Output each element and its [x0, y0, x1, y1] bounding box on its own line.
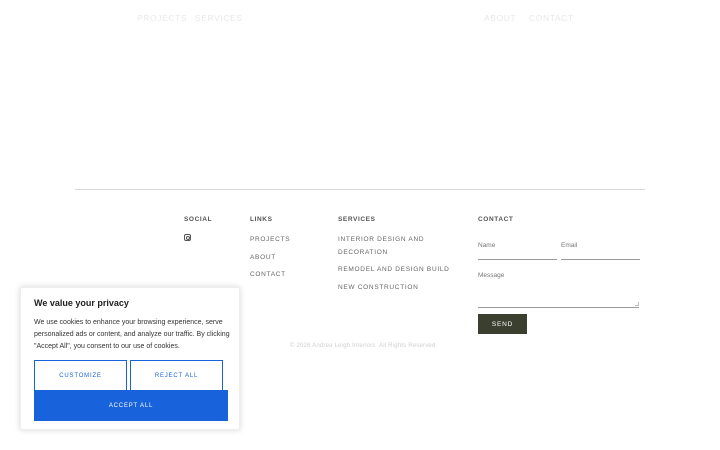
footer-divider	[75, 189, 645, 190]
name-field-label: Name	[478, 242, 496, 249]
nav-contact-link[interactable]: CONTACT	[529, 13, 574, 23]
cookie-title: We value your privacy	[34, 298, 129, 308]
cookie-consent-banner: We value your privacy We use cookies to …	[20, 287, 240, 430]
footer-link-contact[interactable]: CONTACT	[250, 269, 286, 282]
customize-button[interactable]: CUSTOMIZE	[34, 360, 127, 391]
links-heading: LINKS	[250, 216, 273, 223]
nav-about-link[interactable]: ABOUT	[484, 13, 516, 23]
nav-services-link[interactable]: SERVICES	[195, 13, 243, 23]
email-field[interactable]	[561, 259, 640, 260]
service-link-new-construction[interactable]: NEW CONSTRUCTION	[338, 282, 419, 295]
footer-link-projects[interactable]: PROJECTS	[250, 234, 290, 247]
social-heading: SOCIAL	[184, 216, 213, 223]
service-link-decoration[interactable]: DECORATION	[338, 247, 388, 260]
email-field-label: Email	[561, 242, 578, 249]
message-field[interactable]	[478, 286, 639, 308]
cookie-description: We use cookies to enhance your browsing …	[34, 319, 230, 350]
services-heading: SERVICES	[338, 216, 376, 223]
name-field[interactable]	[478, 259, 557, 260]
message-field-label: Message	[478, 272, 505, 279]
rights-text: All Rights Reserved	[379, 343, 436, 349]
instagram-icon[interactable]	[184, 234, 191, 241]
reject-all-button[interactable]: REJECT ALL	[130, 360, 223, 391]
resize-handle-icon[interactable]	[635, 302, 639, 306]
footer-link-about[interactable]: ABOUT	[250, 252, 276, 265]
copyright-text: © 2026 Andrea Leigh Interiors	[290, 343, 376, 349]
send-button[interactable]: SEND	[478, 314, 527, 334]
nav-projects-link[interactable]: PROJECTS	[137, 13, 187, 23]
contact-heading: CONTACT	[478, 216, 514, 223]
accept-all-button[interactable]: ACCEPT ALL	[34, 390, 228, 421]
service-link-remodel[interactable]: REMODEL AND DESIGN BUILD	[338, 264, 450, 277]
service-link-interior-design[interactable]: INTERIOR DESIGN AND	[338, 234, 424, 247]
